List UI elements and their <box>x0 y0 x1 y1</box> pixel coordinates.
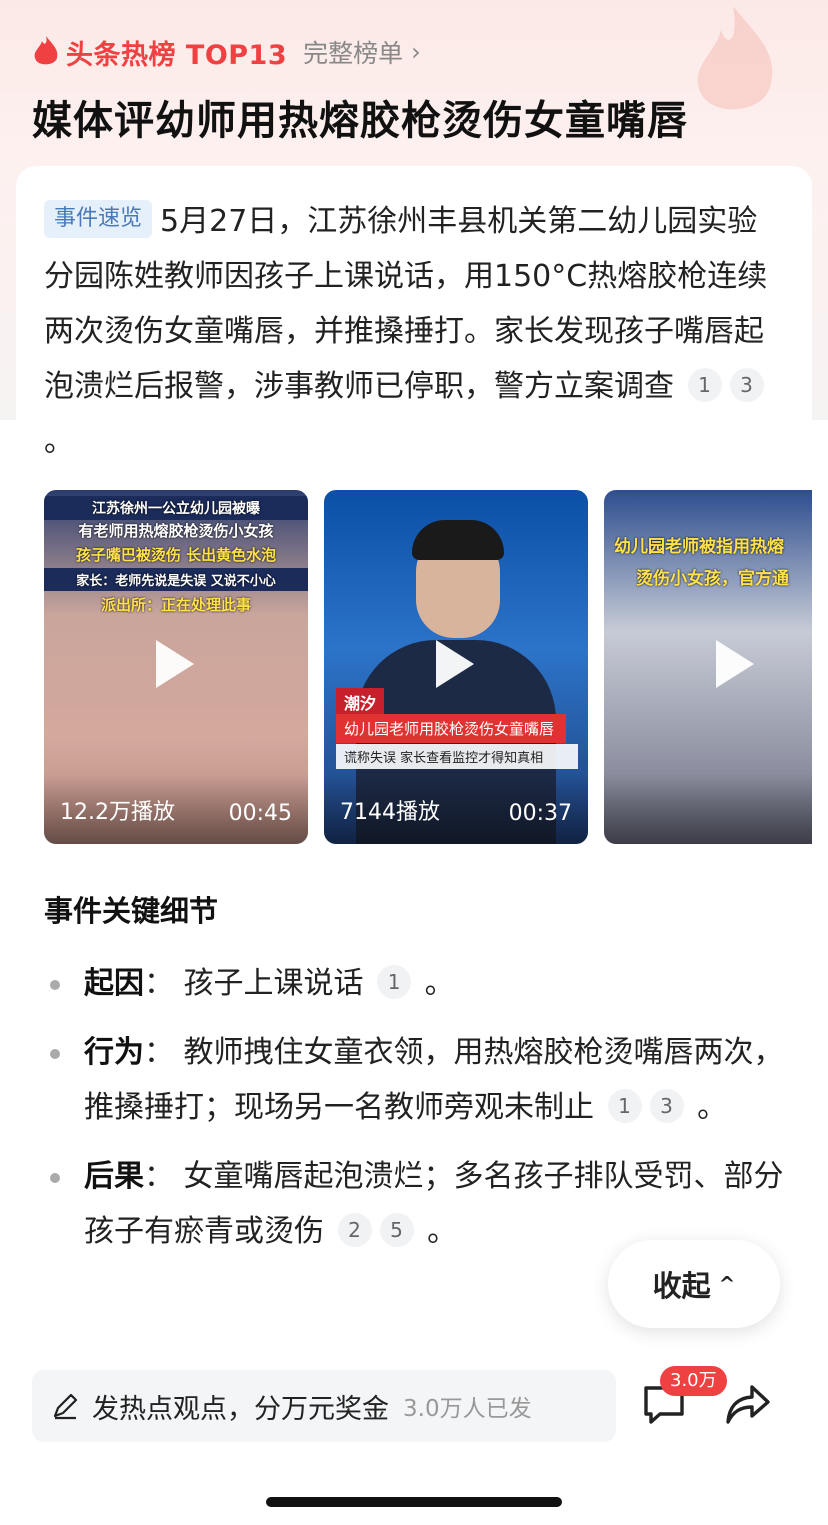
detail-end: 。 <box>427 1214 458 1249</box>
news-headline-bar: 幼儿园老师用胶枪烫伤女童嘴唇 <box>336 714 566 743</box>
video-card[interactable]: 江苏徐州一公立幼儿园被曝 有老师用热熔胶枪烫伤小女孩 孩子嘴巴被烫伤 长出黄色水… <box>44 490 308 844</box>
news-subtitle: 谎称失误 家长查看监控才得知真相 <box>336 744 578 769</box>
video-caption: 幼儿园老师被指用热熔 <box>614 537 784 557</box>
full-list-link[interactable]: 完整榜单 <box>303 34 403 70</box>
detail-sep: ： <box>144 1035 174 1070</box>
citation-badge[interactable]: 1 <box>687 368 722 402</box>
video-views: 7144播放 <box>340 800 440 825</box>
chevron-right-icon: › <box>411 38 421 66</box>
detail-list: 起因： 孩子上课说话 1 。 行为： 教师拽住女童衣领，用热熔胶枪烫嘴唇两次，推… <box>44 956 784 1273</box>
video-duration: 00:37 <box>508 801 572 826</box>
comment-count-badge: 3.0万 <box>660 1366 727 1396</box>
home-indicator <box>266 1497 562 1507</box>
video-caption: 烫伤小女孩，官方通 <box>636 569 789 589</box>
summary-text: 5月27日，江苏徐州丰县机关第二幼儿园实验分园陈姓教师因孩子上课说话，用150°… <box>44 204 768 404</box>
post-opinion-input[interactable]: 发热点观点，分万元奖金 3.0万人已发 <box>32 1370 616 1442</box>
video-carousel[interactable]: 江苏徐州一公立幼儿园被曝 有老师用热熔胶枪烫伤小女孩 孩子嘴巴被烫伤 长出黄色水… <box>44 490 812 846</box>
post-prompt: 发热点观点，分万元奖金 <box>92 1393 389 1425</box>
detail-sep: ： <box>144 966 174 1001</box>
list-item: 起因： 孩子上课说话 1 。 <box>44 956 784 1011</box>
video-card[interactable]: 潮汐 幼儿园老师用胶枪烫伤女童嘴唇 谎称失误 家长查看监控才得知真相 7144播… <box>324 490 588 844</box>
event-summary: 事件速览 5月27日，江苏徐州丰县机关第二幼儿园实验分园陈姓教师因孩子上课说话，用… <box>44 194 784 469</box>
list-item: 行为： 教师拽住女童衣领，用热熔胶枪烫嘴唇两次，推搡捶打；现场另一名教师旁观未制… <box>44 1025 784 1135</box>
video-caption: 有老师用热熔胶枪烫伤小女孩 <box>78 522 274 540</box>
detail-label: 行为 <box>84 1035 144 1070</box>
ai-summary-card: 事件速览 5月27日，江苏徐州丰县机关第二幼儿园实验分园陈姓教师因孩子上课说话，用… <box>16 166 812 1396</box>
bullet-icon <box>50 1173 60 1183</box>
citation-badge[interactable]: 1 <box>607 1089 642 1123</box>
anchor-hair <box>412 520 504 560</box>
post-count: 3.0万人已发 <box>403 1396 532 1422</box>
share-icon[interactable] <box>724 1382 772 1426</box>
video-caption: 派出所：正在处理此事 <box>100 596 251 614</box>
detail-sep: ： <box>144 1159 174 1194</box>
flame-icon <box>34 36 58 65</box>
video-caption: 江苏徐州一公立幼儿园被曝 <box>44 496 308 520</box>
video-duration: 00:45 <box>228 801 292 826</box>
video-caption: 孩子嘴巴被烫伤 长出黄色水泡 <box>75 546 277 564</box>
video-views: 12.2万播放 <box>60 800 175 825</box>
detail-end: 。 <box>697 1090 728 1125</box>
video-card[interactable]: 幼儿园老师被指用热熔 烫伤小女孩，官方通 <box>604 490 812 844</box>
hot-list-row[interactable]: 头条热榜 TOP13 完整榜单 › <box>32 30 796 74</box>
play-icon[interactable] <box>156 640 194 688</box>
collapse-button[interactable]: 收起 ^ <box>608 1240 780 1328</box>
hot-list-title: 头条热榜 TOP13 <box>66 39 288 71</box>
page-title: 媒体评幼师用热熔胶枪烫伤女童嘴唇 <box>32 98 688 144</box>
citation-badge[interactable]: 3 <box>729 368 764 402</box>
header: 头条热榜 TOP13 完整榜单 › 媒体评幼师用热熔胶枪烫伤女童嘴唇 <box>32 30 796 146</box>
detail-label: 起因 <box>84 966 144 1001</box>
collapse-label: 收起 <box>652 1269 711 1303</box>
citation-badge[interactable]: 2 <box>337 1213 372 1247</box>
citation-badge[interactable]: 1 <box>377 965 412 999</box>
video-shade <box>604 774 812 844</box>
chevron-up-icon: ^ <box>718 1272 736 1296</box>
detail-end: 。 <box>424 966 455 1001</box>
detail-text: 孩子上课说话 <box>183 966 364 1001</box>
detail-label: 后果 <box>84 1159 144 1194</box>
event-summary-tag: 事件速览 <box>44 200 153 238</box>
pen-icon <box>53 1393 78 1420</box>
citation-badge[interactable]: 5 <box>379 1213 414 1247</box>
citation-badge[interactable]: 3 <box>649 1089 684 1123</box>
bullet-icon <box>50 980 60 990</box>
play-icon[interactable] <box>716 640 754 688</box>
news-channel-tag: 潮汐 <box>336 688 385 716</box>
section-title: 事件关键细节 <box>44 894 219 928</box>
play-icon[interactable] <box>436 640 474 688</box>
bullet-icon <box>50 1049 60 1059</box>
summary-end: 。 <box>44 424 74 459</box>
video-caption: 家长：老师先说是失误 又说不小心 <box>44 568 308 591</box>
